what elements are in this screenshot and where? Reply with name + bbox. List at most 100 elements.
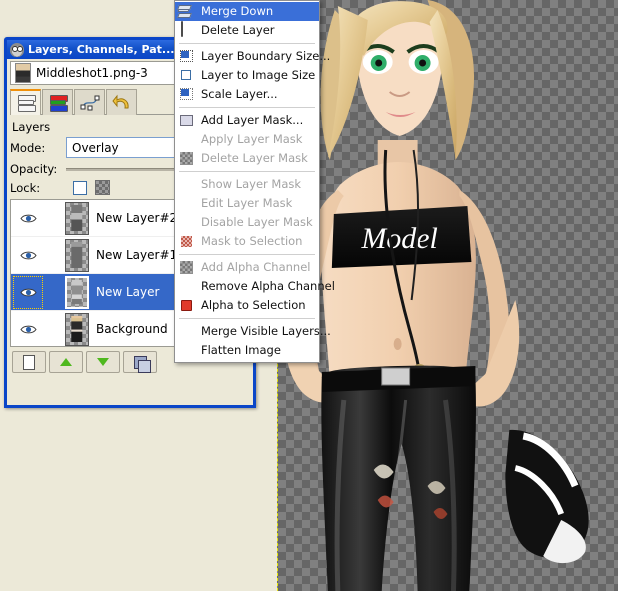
scale-layer-icon — [177, 86, 197, 103]
alpha-channel-icon — [177, 259, 197, 276]
layer-context-menu[interactable]: Merge Down Delete Layer Layer Boundary S… — [174, 0, 335, 363]
duplicate-icon — [133, 355, 151, 373]
no-icon — [177, 131, 197, 148]
alpha-to-selection-icon — [177, 297, 197, 314]
menu-item-label: Alpha to Selection — [201, 298, 306, 312]
page-icon — [23, 354, 35, 370]
layer-thumbnail — [65, 312, 89, 346]
menu-item-flatten-image[interactable]: Flatten Image — [175, 341, 319, 360]
menu-item-layer-to-image-size[interactable]: Layer to Image Size — [175, 66, 319, 85]
menu-item-label: Delete Layer Mask — [201, 151, 308, 165]
wilber-icon — [10, 42, 24, 57]
menu-item-layer-boundary-size[interactable]: Layer Boundary Size... — [175, 47, 330, 66]
menu-item-merge-down[interactable]: Merge Down — [175, 2, 319, 21]
lower-layer-button[interactable] — [86, 351, 120, 373]
menu-item-delete-layer-mask: Delete Layer Mask — [175, 149, 319, 168]
new-layer-button[interactable] — [12, 351, 46, 373]
eye-icon — [19, 287, 37, 298]
lock-alpha-icon[interactable] — [95, 180, 110, 195]
no-icon — [177, 214, 197, 231]
menu-item-show-layer-mask: Show Layer Mask — [175, 175, 319, 194]
menu-item-remove-alpha-channel[interactable]: Remove Alpha Channel — [175, 277, 335, 296]
layer-thumbnail — [65, 275, 89, 309]
menu-item-label: Merge Down — [201, 4, 274, 18]
tab-channels[interactable] — [42, 89, 73, 115]
menu-item-label: Apply Layer Mask — [201, 132, 303, 146]
layer-name-label: New Layer — [96, 285, 160, 299]
paths-icon — [80, 94, 100, 112]
opacity-label: Opacity: — [10, 162, 58, 176]
svg-text:Model: Model — [360, 222, 437, 255]
menu-item-label: Show Layer Mask — [201, 177, 302, 191]
menu-item-label: Delete Layer — [201, 23, 275, 37]
menu-item-disable-layer-mask: Disable Layer Mask — [175, 213, 319, 232]
menu-item-delete-layer[interactable]: Delete Layer — [175, 21, 319, 40]
no-icon — [177, 195, 197, 212]
menu-separator — [179, 318, 315, 319]
no-icon — [177, 278, 197, 295]
merge-down-icon — [177, 3, 197, 20]
image-thumbnail-icon — [15, 63, 31, 83]
menu-item-label: Disable Layer Mask — [201, 215, 313, 229]
tab-undo-history[interactable] — [106, 89, 137, 115]
mask-to-selection-icon — [177, 233, 197, 250]
menu-item-label: Scale Layer... — [201, 87, 278, 101]
menu-separator — [179, 254, 315, 255]
menu-item-label: Layer Boundary Size... — [201, 49, 331, 63]
menu-separator — [179, 43, 315, 44]
delete-mask-icon — [177, 150, 197, 167]
menu-item-alpha-to-selection[interactable]: Alpha to Selection — [175, 296, 319, 315]
layers-stack-icon — [16, 94, 36, 112]
tab-layers[interactable] — [10, 89, 41, 115]
menu-item-edit-layer-mask: Edit Layer Mask — [175, 194, 319, 213]
layer-visibility-toggle[interactable] — [13, 275, 43, 309]
add-layer-mask-icon — [177, 112, 197, 129]
image-canvas[interactable]: Model — [277, 0, 618, 591]
mode-label: Mode: — [10, 140, 46, 155]
no-icon — [177, 176, 197, 193]
lock-pixels-checkbox[interactable] — [73, 180, 87, 195]
model-figure-image: Model — [283, 0, 589, 591]
arrow-down-icon — [97, 358, 109, 366]
menu-item-label: Layer to Image Size — [201, 68, 316, 82]
layer-visibility-toggle[interactable] — [13, 313, 43, 346]
layer-thumbnail — [65, 201, 89, 235]
raise-layer-button[interactable] — [49, 351, 83, 373]
arrow-up-icon — [60, 358, 72, 366]
layer-visibility-toggle[interactable] — [13, 239, 43, 272]
image-name-label: Middleshot1.png-3 — [36, 66, 148, 80]
layer-thumbnail — [65, 238, 89, 272]
layer-boundary-icon — [177, 48, 197, 65]
menu-item-label: Edit Layer Mask — [201, 196, 293, 210]
menu-item-merge-visible-layers[interactable]: Merge Visible Layers... — [175, 322, 331, 341]
duplicate-layer-button[interactable] — [123, 351, 157, 373]
layer-visibility-toggle[interactable] — [13, 202, 43, 235]
blend-mode-value: Overlay — [72, 140, 119, 155]
menu-separator — [179, 107, 315, 108]
no-icon — [177, 323, 197, 340]
trash-icon — [177, 21, 197, 39]
undo-history-icon — [111, 94, 132, 112]
channels-icon — [48, 94, 68, 112]
menu-item-label: Remove Alpha Channel — [201, 279, 335, 293]
eye-icon — [19, 324, 37, 335]
menu-item-label: Merge Visible Layers... — [201, 324, 331, 338]
layer-name-label: Background — [96, 322, 168, 336]
menu-separator — [179, 171, 315, 172]
layer-name-label: New Layer#2 — [96, 211, 178, 225]
eye-icon — [19, 213, 37, 224]
menu-item-label: Flatten Image — [201, 343, 281, 357]
menu-item-label: Add Layer Mask... — [201, 113, 304, 127]
no-icon — [177, 342, 197, 359]
menu-item-label: Mask to Selection — [201, 234, 303, 248]
menu-item-apply-layer-mask: Apply Layer Mask — [175, 130, 319, 149]
menu-item-scale-layer[interactable]: Scale Layer... — [175, 85, 319, 104]
eye-icon — [19, 250, 37, 261]
layer-name-label: New Layer#1 — [96, 248, 178, 262]
dialog-title: Layers, Channels, Pat... — [28, 43, 175, 56]
layer-to-image-icon — [177, 67, 197, 84]
menu-item-add-layer-mask[interactable]: Add Layer Mask... — [175, 111, 319, 130]
menu-item-label: Add Alpha Channel — [201, 260, 311, 274]
menu-item-mask-to-selection: Mask to Selection — [175, 232, 319, 251]
tab-paths[interactable] — [74, 89, 105, 115]
